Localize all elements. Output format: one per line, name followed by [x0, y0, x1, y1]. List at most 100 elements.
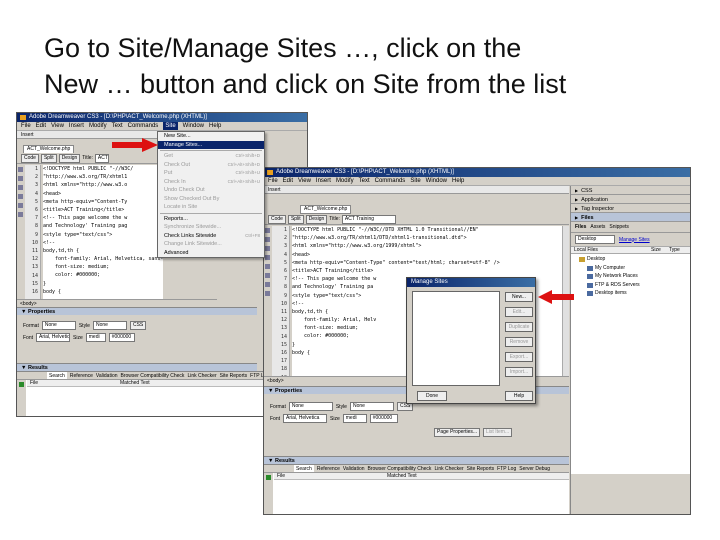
files-tab[interactable]: Files	[575, 224, 586, 230]
menu-commands[interactable]: Commands	[375, 177, 406, 185]
tool-icon[interactable]	[18, 212, 23, 217]
tool-icon[interactable]	[265, 255, 270, 260]
menu-window[interactable]: Window	[183, 122, 204, 130]
dialog-button-duplicate[interactable]: Duplicate	[505, 322, 533, 332]
matched-text-column-header[interactable]: Matched Text	[384, 473, 417, 479]
menu-text[interactable]: Text	[112, 122, 123, 130]
files-tab[interactable]: Snippets	[609, 224, 628, 230]
format-select[interactable]: None	[288, 402, 333, 411]
menu-site[interactable]: Site	[163, 122, 178, 130]
title-field[interactable]: ACT Training	[341, 214, 396, 224]
size-column[interactable]: Size	[651, 247, 669, 253]
results-tab[interactable]: Link Checker	[434, 465, 463, 472]
tool-icon[interactable]	[265, 291, 270, 296]
menu-file[interactable]: File	[268, 177, 278, 185]
play-icon[interactable]	[19, 382, 24, 387]
tool-icon[interactable]	[265, 282, 270, 287]
menu-view[interactable]: View	[298, 177, 311, 185]
site-menu-item[interactable]: Change Link Sitewide...	[158, 240, 264, 249]
color-field[interactable]: #000000	[108, 333, 135, 342]
design-view-button[interactable]: Design	[58, 153, 81, 163]
panel-css[interactable]: CSS	[571, 186, 690, 195]
font-select[interactable]: Arial, Helvetica	[283, 414, 328, 423]
site-menu-item[interactable]: Get Ctrl+Shift+D	[158, 152, 264, 161]
format-select[interactable]: None	[41, 321, 76, 330]
tag-selector[interactable]: <body>	[17, 299, 217, 307]
style-select[interactable]: None	[92, 321, 127, 330]
site-menu-item[interactable]: Undo Check Out	[158, 186, 264, 195]
dialog-button-new[interactable]: New...	[505, 292, 533, 302]
results-tab[interactable]: Reference	[317, 465, 340, 472]
size-select[interactable]: medi	[342, 414, 367, 423]
code-view-button[interactable]: Code	[21, 153, 39, 163]
menu-help[interactable]: Help	[452, 177, 464, 185]
menu-edit[interactable]: Edit	[36, 122, 46, 130]
insert-bar[interactable]: Insert	[264, 186, 569, 194]
results-tab[interactable]: Server Debug	[519, 465, 550, 472]
split-view-button[interactable]: Split	[287, 214, 304, 224]
site-menu-item[interactable]: Put Ctrl+Shift+U	[158, 169, 264, 178]
design-view-button[interactable]: Design	[305, 214, 328, 224]
title-field[interactable]: ACT	[94, 153, 109, 163]
menu-modify[interactable]: Modify	[336, 177, 354, 185]
matched-text-column-header[interactable]: Matched Text	[117, 380, 150, 386]
tree-item[interactable]: Desktop	[571, 255, 640, 264]
color-field[interactable]: #000000	[369, 414, 398, 423]
font-select[interactable]: Arial, Helvetica	[36, 333, 71, 342]
css-button[interactable]: CSS	[129, 321, 147, 330]
tree-item[interactable]: Desktop items	[579, 289, 640, 298]
site-menu-item[interactable]: Reports...	[158, 215, 264, 224]
dialog-button-edit[interactable]: Edit...	[505, 307, 533, 317]
play-icon[interactable]	[266, 475, 271, 480]
menu-insert[interactable]: Insert	[316, 177, 331, 185]
results-tab[interactable]: Validation	[96, 372, 118, 379]
site-menu-item[interactable]: Advanced	[158, 249, 264, 258]
results-tab[interactable]: Link Checker	[187, 372, 216, 379]
tool-icon[interactable]	[18, 176, 23, 181]
results-tab[interactable]: Reference	[70, 372, 93, 379]
menu-edit[interactable]: Edit	[283, 177, 293, 185]
split-view-button[interactable]: Split	[40, 153, 57, 163]
tree-item[interactable]: FTP & RDS Servers	[579, 281, 640, 290]
tree-item[interactable]: My Network Places	[579, 272, 640, 281]
results-tab[interactable]: Validation	[343, 465, 365, 472]
menu-commands[interactable]: Commands	[128, 122, 159, 130]
menu-site[interactable]: Site	[410, 177, 420, 185]
results-tab[interactable]: Browser Compatibility Check	[368, 465, 432, 472]
dialog-button-export[interactable]: Export...	[505, 352, 533, 362]
tool-icon[interactable]	[18, 203, 23, 208]
sites-list[interactable]	[412, 291, 500, 386]
menu-help[interactable]: Help	[209, 122, 221, 130]
tool-icon[interactable]	[265, 246, 270, 251]
list-item-button[interactable]: List Item...	[483, 428, 513, 437]
results-tab[interactable]: Site Reports	[220, 372, 248, 379]
menu-modify[interactable]: Modify	[89, 122, 107, 130]
menu-file[interactable]: File	[21, 122, 31, 130]
tool-icon[interactable]	[265, 273, 270, 278]
site-menu-item[interactable]: Check In Ctrl+Alt+Shift+U	[158, 178, 264, 187]
site-menu-item[interactable]: Locate in Site	[158, 203, 264, 212]
results-tab[interactable]: Site Reports	[467, 465, 495, 472]
menu-insert[interactable]: Insert	[69, 122, 84, 130]
site-menu-item[interactable]: Check Out Ctrl+Alt+Shift+D	[158, 161, 264, 170]
file-column-header[interactable]: File	[27, 380, 117, 386]
style-select[interactable]: None	[349, 402, 394, 411]
site-menu-item[interactable]: Synchronize Sitewide...	[158, 223, 264, 232]
menu-window[interactable]: Window	[426, 177, 447, 185]
code-view-button[interactable]: Code	[268, 214, 286, 224]
document-tab[interactable]: ACT_Welcome.php	[300, 205, 352, 214]
tool-icon[interactable]	[265, 264, 270, 269]
done-button[interactable]: Done	[417, 391, 447, 401]
results-tab[interactable]: Search	[47, 372, 67, 379]
tool-icon[interactable]	[18, 167, 23, 172]
site-menu-item[interactable]: New Site...	[158, 132, 264, 141]
site-select[interactable]: Desktop	[575, 235, 615, 244]
site-menu-item[interactable]: Show Checked Out By	[158, 195, 264, 204]
tool-icon[interactable]	[265, 228, 270, 233]
results-tab[interactable]: Search	[294, 465, 314, 472]
files-tab[interactable]: Assets	[590, 224, 605, 230]
page-properties-button[interactable]: Page Properties...	[434, 428, 481, 437]
panel-application[interactable]: Application	[571, 195, 690, 204]
menu-text[interactable]: Text	[359, 177, 370, 185]
size-select[interactable]: medi	[85, 333, 106, 342]
